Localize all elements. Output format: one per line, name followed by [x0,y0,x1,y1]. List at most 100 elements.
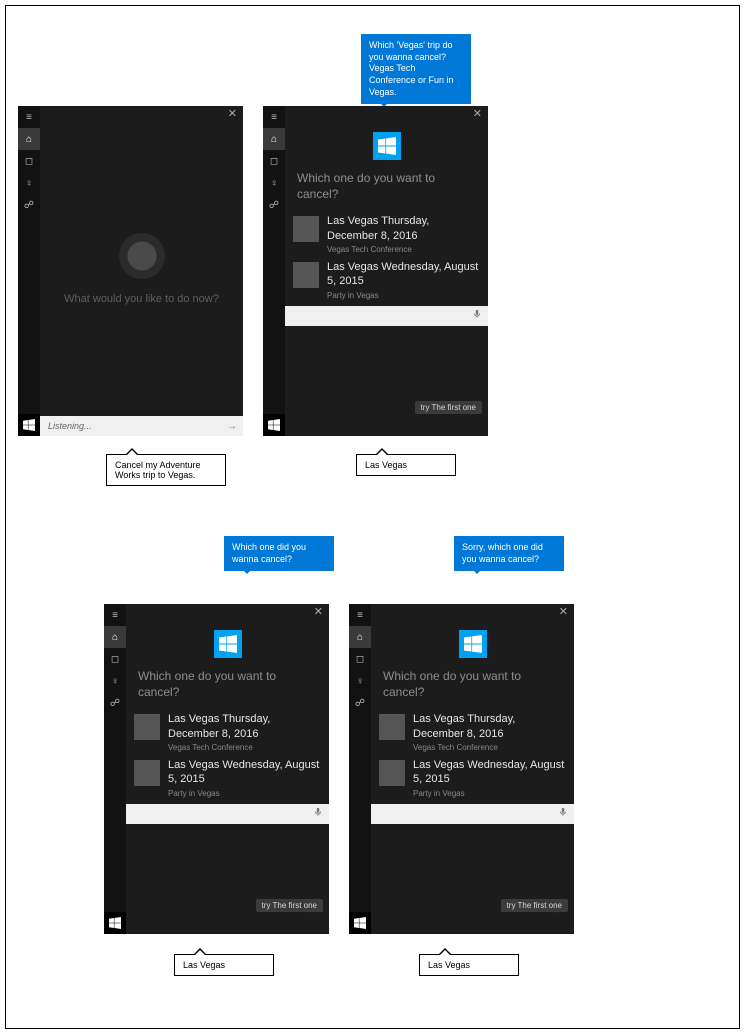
item-thumb-icon [379,714,405,740]
microphone-icon[interactable] [558,807,568,820]
item-thumb-icon [134,760,160,786]
feedback-icon[interactable]: ☍ [18,194,40,216]
suggestion-chip[interactable]: try The first one [501,899,568,912]
close-icon[interactable]: ✕ [559,607,568,618]
disambiguation-question: Which one do you want to cancel? [371,666,574,706]
list-item[interactable]: Las Vegas Wednesday, August 5, 2015 Party… [379,758,566,798]
home-icon[interactable]: ⌂ [104,626,126,648]
app-logo-icon [373,132,401,160]
search-bar[interactable] [371,804,574,824]
cortana-orb-icon [119,233,165,279]
cortana-panel-list: ≡ ⌂ ◻ ♀ ☍ ✕ Which one do you want to can… [349,604,574,934]
result-list: Las Vegas Thursday, December 8, 2016 Vega… [126,706,329,803]
item-title: Las Vegas Thursday, December 8, 2016 [327,214,480,243]
panel-topbar: ✕ [285,106,488,122]
menu-icon[interactable]: ≡ [349,604,371,626]
bulb-icon[interactable]: ♀ [18,172,40,194]
item-title: Las Vegas Thursday, December 8, 2016 [168,712,321,741]
search-bar[interactable]: → [40,416,243,436]
user-speech-callout: Las Vegas [356,454,456,476]
item-subtitle: Party in Vegas [413,789,566,798]
panel-row-2: ≡ ⌂ ◻ ♀ ☍ ✕ Which one do you want to can… [104,604,574,934]
menu-icon[interactable]: ≡ [104,604,126,626]
item-subtitle: Vegas Tech Conference [327,245,480,254]
user-speech-callout: Las Vegas [419,954,519,976]
search-bar[interactable] [126,804,329,824]
document-frame: Which 'Vegas' trip do you wanna cancel? … [5,5,740,1029]
microphone-icon[interactable] [472,309,482,322]
notebook-icon[interactable]: ◻ [18,150,40,172]
search-bar[interactable] [285,306,488,326]
search-input[interactable] [377,808,552,820]
search-input[interactable] [46,420,221,432]
user-speech-callout: Cancel my Adventure Works trip to Vegas. [106,454,226,486]
suggestion-chip-wrap: try The first one [415,401,482,414]
result-list: Las Vegas Thursday, December 8, 2016 Veg… [285,208,488,305]
panel-content: ✕ What would you like to do now? → [40,106,243,436]
item-title: Las Vegas Thursday, December 8, 2016 [413,712,566,741]
item-title: Las Vegas Wednesday, August 5, 2015 [327,260,480,289]
panel-content: ✕ Which one do you want to cancel? Las V… [371,604,574,934]
menu-icon[interactable]: ≡ [18,106,40,128]
close-icon[interactable]: ✕ [314,607,323,618]
suggestion-chip[interactable]: try The first one [415,401,482,414]
bulb-icon[interactable]: ♀ [349,670,371,692]
cortana-sidebar: ≡ ⌂ ◻ ♀ ☍ [349,604,371,934]
windows-icon[interactable] [104,912,126,934]
list-item[interactable]: Las Vegas Thursday, December 8, 2016 Veg… [293,214,480,254]
idle-center: What would you like to do now? [40,122,243,416]
feedback-icon[interactable]: ☍ [349,692,371,714]
windows-icon[interactable] [18,414,40,436]
windows-icon[interactable] [349,912,371,934]
search-input[interactable] [291,310,466,322]
list-item[interactable]: Las Vegas Wednesday, August 5, 2015 Party… [134,758,321,798]
notebook-icon[interactable]: ◻ [349,648,371,670]
item-title: Las Vegas Wednesday, August 5, 2015 [168,758,321,787]
arrow-right-icon[interactable]: → [227,421,237,432]
app-logo-icon [459,630,487,658]
cortana-speech-bubble: Which 'Vegas' trip do you wanna cancel? … [361,34,471,104]
cortana-sidebar: ≡ ⌂ ◻ ♀ ☍ [104,604,126,934]
microphone-icon[interactable] [313,807,323,820]
bulb-icon[interactable]: ♀ [263,172,285,194]
cortana-sidebar: ≡ ⌂ ◻ ♀ ☍ [18,106,40,436]
item-subtitle: Party in Vegas [168,789,321,798]
home-icon[interactable]: ⌂ [263,128,285,150]
windows-icon[interactable] [263,414,285,436]
cortana-panel-idle: ≡ ⌂ ◻ ♀ ☍ ✕ What would you like to do no… [18,106,243,436]
panel-content: ✕ Which one do you want to cancel? Las V… [126,604,329,934]
panel-topbar: ✕ [40,106,243,122]
item-subtitle: Vegas Tech Conference [413,743,566,752]
bulb-icon[interactable]: ♀ [104,670,126,692]
app-logo-icon [214,630,242,658]
cortana-speech-bubble: Sorry, which one did you wanna cancel? [454,536,564,571]
cortana-speech-bubble: Which one did you wanna cancel? [224,536,334,571]
cortana-panel-list: ≡ ⌂ ◻ ♀ ☍ ✕ Which one do you want to can… [263,106,488,436]
list-item[interactable]: Las Vegas Wednesday, August 5, 2015 Part… [293,260,480,300]
close-icon[interactable]: ✕ [228,109,237,120]
search-input[interactable] [132,808,307,820]
home-icon[interactable]: ⌂ [18,128,40,150]
feedback-icon[interactable]: ☍ [104,692,126,714]
disambiguation-question: Which one do you want to cancel? [285,168,488,208]
item-title: Las Vegas Wednesday, August 5, 2015 [413,758,566,787]
list-item[interactable]: Las Vegas Thursday, December 8, 2016 Vega… [379,712,566,752]
item-subtitle: Vegas Tech Conference [168,743,321,752]
item-thumb-icon [134,714,160,740]
cortana-sidebar: ≡ ⌂ ◻ ♀ ☍ [263,106,285,436]
item-thumb-icon [293,262,319,288]
notebook-icon[interactable]: ◻ [104,648,126,670]
item-thumb-icon [293,216,319,242]
suggestion-chip[interactable]: try The first one [256,899,323,912]
item-thumb-icon [379,760,405,786]
panel-content: ✕ Which one do you want to cancel? Las V… [285,106,488,436]
disambiguation-question: Which one do you want to cancel? [126,666,329,706]
feedback-icon[interactable]: ☍ [263,194,285,216]
list-item[interactable]: Las Vegas Thursday, December 8, 2016 Vega… [134,712,321,752]
result-list: Las Vegas Thursday, December 8, 2016 Vega… [371,706,574,803]
item-subtitle: Party in Vegas [327,291,480,300]
close-icon[interactable]: ✕ [473,109,482,120]
notebook-icon[interactable]: ◻ [263,150,285,172]
home-icon[interactable]: ⌂ [349,626,371,648]
menu-icon[interactable]: ≡ [263,106,285,128]
